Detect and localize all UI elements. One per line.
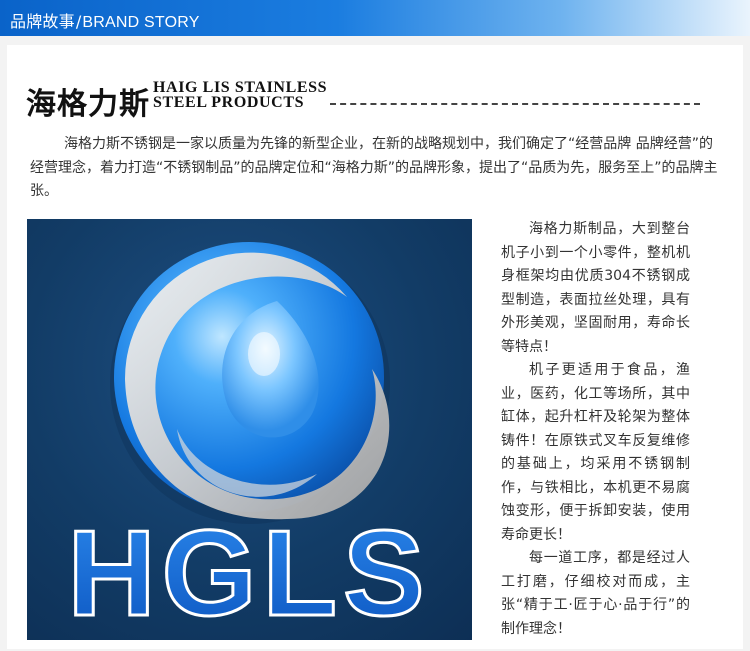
heading-divider [330, 103, 700, 105]
hgls-logo-graphic: HGLS [66, 242, 431, 640]
product-description: 海格力斯制品，大到整台机子小到一个小零件，整机机身框架均由优质304不锈钢成型制… [501, 218, 690, 641]
description-paragraph-3: 每一道工序，都是经过人工打磨，仔细校对而成，主张“精于工·匠于心·品于行”的制作… [501, 550, 690, 637]
section-title: 品牌故事/BRAND STORY [10, 8, 200, 32]
description-paragraph-1: 海格力斯制品，大到整台机子小到一个小零件，整机机身框架均由优质304不锈钢成型制… [501, 221, 690, 355]
description-paragraph-2: 机子更适用于食品，渔业，医药，化工等场所，其中缸体，起升杠杆及轮架为整体铸件！在… [501, 362, 690, 543]
section-title-en: BRAND STORY [82, 14, 200, 31]
brand-name-cn: 海格力斯 [26, 87, 150, 122]
brand-logo-image: HGLS [27, 219, 472, 640]
brand-name-en-line2: STEEL PRODUCTS [153, 94, 305, 111]
section-header-bar: 品牌故事/BRAND STORY [0, 0, 750, 36]
brand-name-en: HAIG LIS STAINLESS STEEL PRODUCTS [153, 79, 328, 111]
section-title-separator: / [75, 12, 82, 31]
intro-paragraph: 海格力斯不锈钢是一家以质量为先锋的新型企业，在新的战略规划中，我们确定了“经营品… [30, 136, 718, 199]
logo-text: HGLS [68, 505, 431, 640]
brand-name-en-line1: HAIG LIS STAINLESS [153, 79, 328, 96]
section-title-cn: 品牌故事 [10, 12, 75, 31]
sphere-emblem [110, 242, 390, 524]
